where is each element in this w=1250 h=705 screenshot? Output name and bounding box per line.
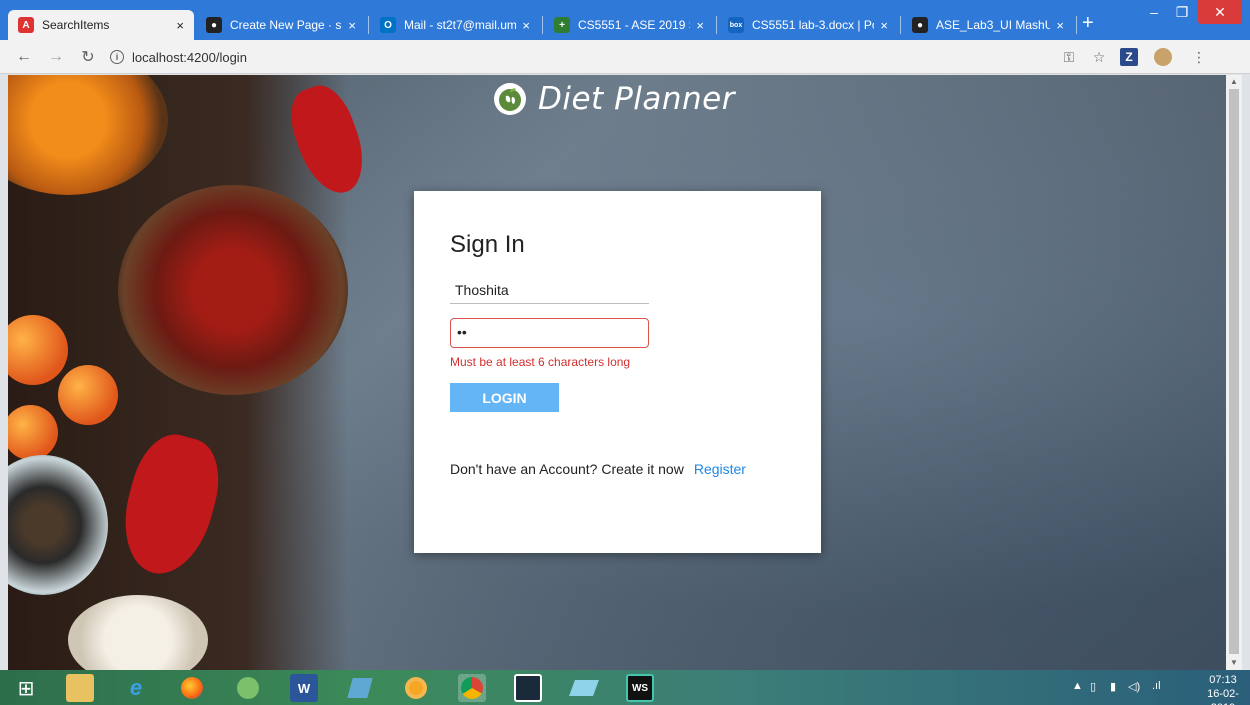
- tab-title: Mail - st2t7@mail.umkc: [404, 18, 517, 32]
- url-text: localhost:4200/login: [132, 49, 247, 65]
- login-button[interactable]: LOGIN: [450, 383, 559, 412]
- word-icon[interactable]: W: [290, 674, 318, 702]
- clock-time: 07:13: [1209, 674, 1237, 686]
- scroll-up-arrow-icon[interactable]: ▲: [1230, 77, 1238, 86]
- page-title: Diet Planner: [538, 81, 735, 117]
- internet-explorer-icon[interactable]: e: [122, 674, 150, 702]
- settings-gear-icon[interactable]: [402, 674, 430, 702]
- tab-mail[interactable]: O Mail - st2t7@mail.umkc ×: [370, 10, 540, 40]
- close-icon[interactable]: ×: [1056, 18, 1064, 33]
- key-icon[interactable]: ⚿: [1060, 48, 1078, 66]
- card-title: Sign In: [450, 231, 525, 258]
- brand-header: Diet Planner: [494, 81, 735, 117]
- peppercorn-bowl: [8, 455, 108, 595]
- close-icon[interactable]: ×: [348, 18, 356, 33]
- password-error-message: Must be at least 6 characters long: [450, 355, 631, 369]
- info-icon[interactable]: i: [110, 50, 124, 64]
- tab-separator: [716, 16, 717, 34]
- close-icon[interactable]: ×: [522, 18, 530, 33]
- network-icon[interactable]: ▯: [1090, 680, 1096, 693]
- address-bar[interactable]: i localhost:4200/login: [110, 46, 1050, 68]
- tab-ase-lab3-ui-mashup[interactable]: ● ASE_Lab3_UI MashUp · ×: [902, 10, 1074, 40]
- minimize-icon[interactable]: –: [1140, 0, 1168, 24]
- github-icon: ●: [912, 17, 928, 33]
- outlook-icon: O: [380, 17, 396, 33]
- browser-tab-strip: A SearchItems × ● Create New Page · sind…: [0, 0, 1250, 40]
- apple-logo-icon: [494, 83, 526, 115]
- wifi-signal-icon[interactable]: .ıl: [1152, 680, 1161, 692]
- forward-arrow-icon[interactable]: →: [46, 47, 66, 67]
- tab-create-new-page[interactable]: ● Create New Page · sindh ×: [196, 10, 366, 40]
- terminal-app-icon[interactable]: [514, 674, 542, 702]
- github-icon: ●: [206, 17, 222, 33]
- android-studio-icon[interactable]: [234, 674, 262, 702]
- profile-avatar-icon[interactable]: [1154, 48, 1172, 66]
- register-prompt-line: Don't have an Account? Create it now Regi…: [450, 461, 746, 477]
- firefox-icon[interactable]: [178, 674, 206, 702]
- app-icon[interactable]: [346, 674, 374, 702]
- window-close-icon[interactable]: ✕: [1198, 0, 1242, 24]
- register-link[interactable]: Register: [694, 461, 746, 477]
- page-viewport: Diet Planner Sign In Thoshita •• Must be…: [8, 75, 1226, 670]
- reload-icon[interactable]: ↻: [78, 47, 98, 67]
- browser-toolbar: ← → ↻ i localhost:4200/login ⚿ ☆ Z ⋮: [0, 40, 1250, 74]
- background-food-image: [8, 75, 376, 670]
- tab-separator: [1076, 16, 1077, 34]
- tab-separator: [900, 16, 901, 34]
- blackboard-icon: +: [554, 17, 570, 33]
- webstorm-icon[interactable]: WS: [626, 674, 654, 702]
- tab-title: CS5551 - ASE 2019 Sprin: [578, 18, 690, 32]
- battery-icon[interactable]: ▮: [1110, 680, 1116, 693]
- close-icon[interactable]: ×: [696, 18, 704, 33]
- back-arrow-icon[interactable]: ←: [14, 47, 34, 67]
- tab-title: CS5551 lab-3.docx | Pow: [752, 18, 875, 32]
- box-icon: box: [728, 17, 744, 33]
- zotero-extension-icon[interactable]: Z: [1120, 48, 1138, 66]
- tab-title: Create New Page · sindh: [230, 18, 342, 32]
- tab-lab3-docx[interactable]: box CS5551 lab-3.docx | Pow ×: [718, 10, 898, 40]
- tab-separator: [542, 16, 543, 34]
- garlic: [68, 595, 208, 670]
- menu-kebab-icon[interactable]: ⋮: [1190, 48, 1208, 66]
- tab-searchitems[interactable]: A SearchItems ×: [8, 10, 194, 40]
- scroll-down-arrow-icon[interactable]: ▼: [1230, 658, 1238, 667]
- chili-bowl: [118, 185, 348, 395]
- red-pepper: [111, 426, 230, 584]
- cherry-tomato: [58, 365, 118, 425]
- scroll-thumb[interactable]: [1229, 89, 1239, 654]
- tab-title: ASE_Lab3_UI MashUp ·: [936, 18, 1051, 32]
- tray-expand-icon[interactable]: ▲: [1072, 680, 1083, 692]
- clock-date: 16-02-2019: [1207, 688, 1239, 705]
- windows-start-icon[interactable]: ⊞: [12, 674, 40, 702]
- angular-icon: A: [18, 17, 34, 33]
- system-clock[interactable]: 07:13 16-02-2019: [1196, 673, 1250, 705]
- volume-icon[interactable]: ◁): [1128, 680, 1140, 693]
- cherry-tomato: [8, 315, 68, 385]
- windows-taskbar: ⊞ e W WS ▲ ▯ ▮ ◁) .ıl 07:13 16-02-2019: [0, 670, 1250, 705]
- tab-cs5551-ase[interactable]: + CS5551 - ASE 2019 Sprin ×: [544, 10, 714, 40]
- close-icon[interactable]: ×: [176, 18, 184, 33]
- tab-separator: [368, 16, 369, 34]
- sign-in-card: Sign In Thoshita •• Must be at least 6 c…: [414, 191, 821, 553]
- tab-title: SearchItems: [42, 18, 110, 32]
- vertical-scrollbar[interactable]: ▲ ▼: [1226, 75, 1242, 670]
- folder-icon[interactable]: [569, 674, 599, 702]
- cherry-tomato: [8, 405, 58, 460]
- restore-icon[interactable]: ❐: [1168, 0, 1196, 24]
- new-tab-button[interactable]: +: [1082, 13, 1094, 33]
- chrome-icon[interactable]: [458, 674, 486, 702]
- password-input[interactable]: ••: [450, 318, 649, 348]
- register-prompt-text: Don't have an Account? Create it now: [450, 461, 684, 477]
- turmeric-bowl: [8, 75, 168, 195]
- file-explorer-icon[interactable]: [66, 674, 94, 702]
- close-icon[interactable]: ×: [880, 18, 888, 33]
- red-pepper: [280, 78, 376, 202]
- bookmark-star-icon[interactable]: ☆: [1090, 48, 1108, 66]
- username-input[interactable]: Thoshita: [450, 278, 649, 304]
